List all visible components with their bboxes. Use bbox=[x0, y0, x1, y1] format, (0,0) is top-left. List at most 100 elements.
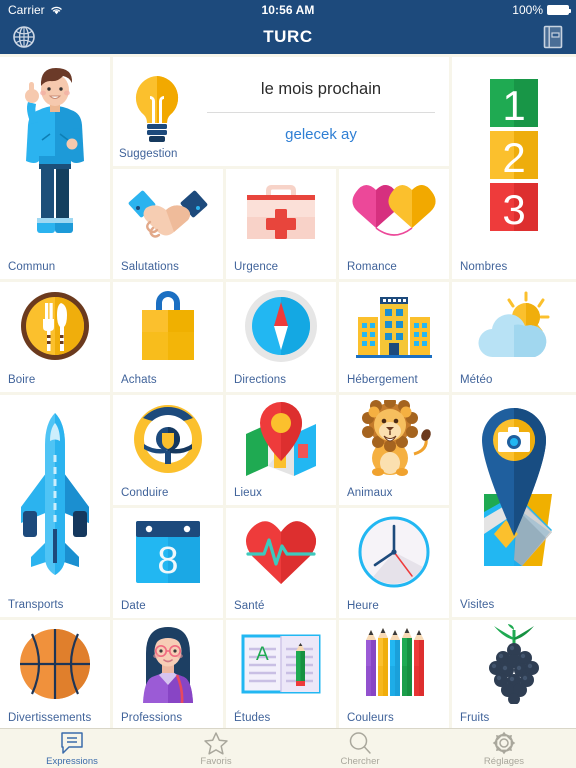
category-label: Conduire bbox=[121, 487, 169, 499]
tab-label: Réglages bbox=[483, 755, 525, 767]
tab-favoris[interactable]: Favoris bbox=[144, 729, 288, 768]
navigation-bar: TURC bbox=[0, 20, 576, 54]
category-label: Commun bbox=[8, 261, 56, 273]
tab-chercher[interactable]: Chercher bbox=[288, 729, 432, 768]
speech-bubble-icon bbox=[61, 731, 83, 754]
heart-pulse-icon bbox=[226, 508, 336, 596]
category-label: Études bbox=[234, 712, 271, 724]
category-cell-salutations[interactable]: Salutations bbox=[113, 169, 223, 279]
gear-icon bbox=[492, 731, 516, 754]
status-bar: Carrier 10:56 AM 100% bbox=[0, 0, 576, 20]
tab-reglages[interactable]: Réglages bbox=[432, 729, 576, 768]
category-cell-sante[interactable]: Santé bbox=[226, 508, 336, 618]
category-cell-heure[interactable]: Heure bbox=[339, 508, 449, 618]
category-cell-etudes[interactable]: A Études bbox=[226, 620, 336, 730]
category-label: Fruits bbox=[460, 712, 490, 724]
category-label: Visites bbox=[460, 599, 495, 611]
category-label: Lieux bbox=[234, 487, 262, 499]
category-label: Hébergement bbox=[347, 374, 418, 386]
category-label: Salutations bbox=[121, 261, 179, 273]
category-label: Nombres bbox=[460, 261, 508, 273]
category-cell-hebergement[interactable]: Hébergement bbox=[339, 282, 449, 392]
category-label: Transports bbox=[8, 599, 64, 611]
study-letter: A bbox=[256, 644, 269, 665]
page-title: TURC bbox=[263, 27, 313, 46]
businesswoman-icon bbox=[113, 620, 223, 708]
category-cell-visites[interactable]: Visites bbox=[452, 395, 576, 617]
calendar-icon: 8 bbox=[113, 508, 223, 596]
suggestion-phrase: le mois prochain bbox=[207, 80, 435, 113]
category-cell-nombres[interactable]: 1 2 3 Nombres bbox=[452, 57, 576, 279]
category-label: Couleurs bbox=[347, 712, 394, 724]
suggestion-icon-area: Suggestion bbox=[113, 57, 201, 166]
category-label: Achats bbox=[121, 374, 157, 386]
svg-text:1: 1 bbox=[502, 82, 525, 129]
category-cell-boire[interactable]: Boire bbox=[0, 282, 110, 392]
category-label: Santé bbox=[234, 600, 265, 612]
hotel-buildings-icon bbox=[339, 282, 449, 370]
category-cell-urgence[interactable]: Urgence bbox=[226, 169, 336, 279]
status-bar-clock: 10:56 AM bbox=[261, 3, 315, 17]
two-hearts-icon bbox=[339, 169, 449, 257]
tab-label: Chercher bbox=[340, 755, 380, 767]
handshake-icon bbox=[113, 169, 223, 257]
tab-label: Favoris bbox=[200, 755, 232, 767]
first-aid-kit-icon bbox=[226, 169, 336, 257]
lion-icon bbox=[339, 395, 449, 483]
sun-cloud-icon bbox=[452, 282, 576, 370]
category-cell-professions[interactable]: Professions bbox=[113, 620, 223, 730]
suggestion-label: Suggestion bbox=[119, 148, 178, 160]
category-label: Professions bbox=[121, 712, 183, 724]
category-cell-fruits[interactable]: Fruits bbox=[452, 620, 576, 730]
suggestion-cell[interactable]: Suggestion le mois prochain gelecek ay bbox=[113, 57, 449, 166]
category-cell-romance[interactable]: Romance bbox=[339, 169, 449, 279]
colored-pencils-icon bbox=[339, 620, 449, 708]
category-cell-achats[interactable]: Achats bbox=[113, 282, 223, 392]
steering-wheel-icon bbox=[113, 395, 223, 483]
battery-full-icon bbox=[547, 5, 571, 15]
numbers-123-icon: 1 2 3 bbox=[452, 57, 576, 253]
star-icon bbox=[204, 731, 228, 755]
category-cell-animaux[interactable]: Animaux bbox=[339, 395, 449, 505]
grapes-icon bbox=[452, 620, 576, 708]
category-cell-commun[interactable]: Commun bbox=[0, 57, 110, 279]
fork-knife-plate-icon bbox=[0, 282, 110, 370]
category-cell-date[interactable]: 8 Date bbox=[113, 508, 223, 618]
category-cell-conduire[interactable]: Conduire bbox=[113, 395, 223, 505]
shopping-bag-icon bbox=[113, 282, 223, 370]
airplane-icon bbox=[0, 395, 110, 591]
category-cell-couleurs[interactable]: Couleurs bbox=[339, 620, 449, 730]
basketball-icon bbox=[0, 620, 110, 708]
compass-icon bbox=[226, 282, 336, 370]
category-label: Romance bbox=[347, 261, 397, 273]
category-cell-divertissements[interactable]: Divertissements bbox=[0, 620, 110, 730]
category-label: Animaux bbox=[347, 487, 393, 499]
calendar-day-number: 8 bbox=[157, 540, 178, 582]
map-pin-icon bbox=[226, 395, 336, 483]
category-grid: Commun Suggestion le mois prochain gelec… bbox=[0, 54, 576, 730]
category-label: Divertissements bbox=[8, 712, 92, 724]
category-label: Urgence bbox=[234, 261, 279, 273]
category-cell-transports[interactable]: Transports bbox=[0, 395, 110, 617]
open-notebook-pencil-icon: A bbox=[226, 620, 336, 708]
svg-text:3: 3 bbox=[502, 186, 525, 233]
category-cell-lieux[interactable]: Lieux bbox=[226, 395, 336, 505]
clock-icon bbox=[339, 508, 449, 596]
category-label: Date bbox=[121, 600, 146, 612]
category-cell-meteo[interactable]: Météo bbox=[452, 282, 576, 392]
svg-text:2: 2 bbox=[502, 134, 525, 181]
tab-bar: Expressions Favoris Chercher Réglages bbox=[0, 728, 576, 768]
tab-expressions[interactable]: Expressions bbox=[0, 729, 144, 768]
category-label: Météo bbox=[460, 374, 493, 386]
magnifier-icon bbox=[349, 731, 371, 754]
camera-pin-map-icon bbox=[452, 395, 576, 591]
tab-label: Expressions bbox=[46, 755, 98, 767]
man-pointing-up-icon bbox=[0, 57, 110, 253]
category-label: Directions bbox=[234, 374, 287, 386]
suggestion-content: le mois prochain gelecek ay bbox=[201, 57, 449, 166]
suggestion-translation: gelecek ay bbox=[285, 126, 357, 143]
lightbulb-icon bbox=[135, 75, 179, 142]
category-label: Heure bbox=[347, 600, 379, 612]
category-label: Boire bbox=[8, 374, 36, 386]
category-cell-directions[interactable]: Directions bbox=[226, 282, 336, 392]
